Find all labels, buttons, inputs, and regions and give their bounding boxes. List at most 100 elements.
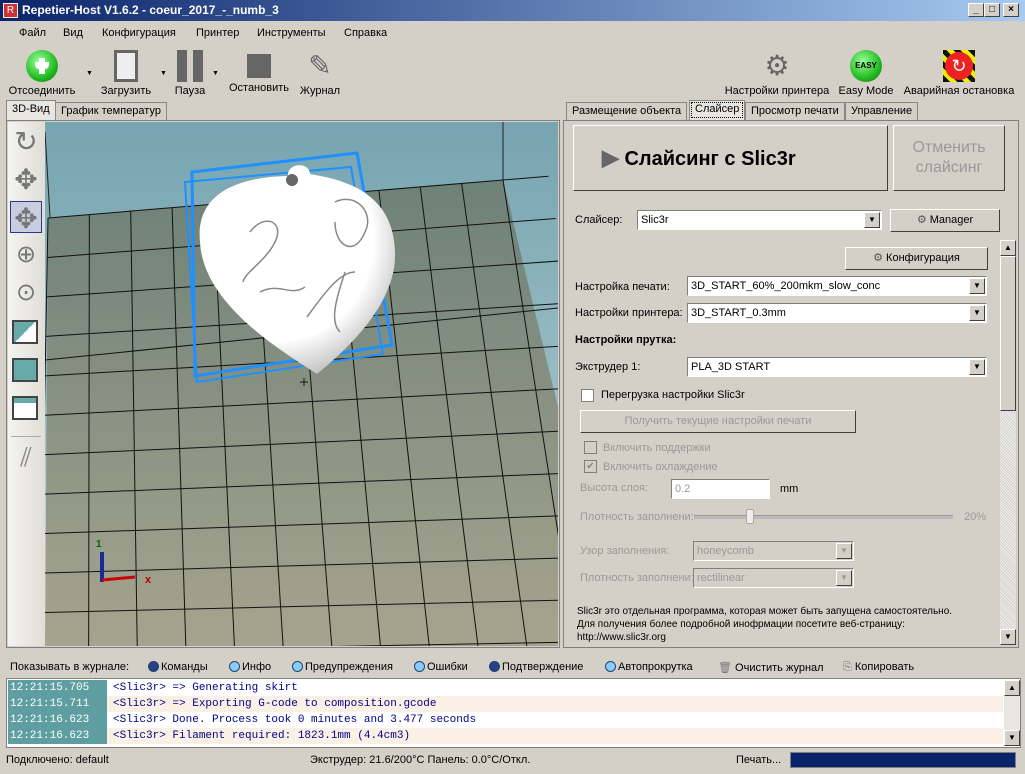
- infill-pattern-select[interactable]: honeycomb ▼: [693, 541, 854, 561]
- view-top-icon[interactable]: [12, 396, 38, 420]
- zoom-fit-icon[interactable]: ⊙: [10, 278, 42, 310]
- printer-settings-select[interactable]: 3D_START_0.3mm ▼: [687, 303, 987, 323]
- view-iso-icon[interactable]: [12, 320, 38, 344]
- move-object-icon[interactable]: ✥: [10, 201, 42, 234]
- scroll-thumb[interactable]: [1000, 256, 1016, 411]
- window-title: Repetier-Host V1.6.2 - coeur_2017_-_numb…: [22, 3, 279, 17]
- log-row: 12:21:16.623 <Slic3r> Done. Process took …: [8, 712, 1003, 728]
- log-scrollbar[interactable]: ▲ ▼: [1004, 680, 1020, 746]
- filter-errors[interactable]: Ошибки: [414, 661, 468, 673]
- slicer-scrollbar[interactable]: ▲ ▼: [1000, 240, 1016, 645]
- chevron-down-icon: ▼: [864, 212, 880, 228]
- tab-object-placement[interactable]: Размещение объекта: [566, 102, 688, 120]
- filter-autoscroll[interactable]: Автопрокрутка: [605, 661, 693, 673]
- layer-height-unit: mm: [780, 483, 799, 495]
- close-button[interactable]: ×: [1003, 3, 1019, 17]
- chevron-down-icon: ▼: [969, 359, 985, 375]
- filament-settings-heading: Настройки прутка:: [575, 334, 677, 346]
- radio-icon: [292, 661, 303, 672]
- print-progress-bar: [790, 752, 1016, 768]
- scroll-down-button[interactable]: ▼: [1000, 629, 1016, 645]
- slice-button[interactable]: ▶ Слайсинг с Slic3r: [573, 125, 888, 191]
- get-print-settings-button[interactable]: Получить текущие настройки печати: [580, 410, 856, 433]
- log-button[interactable]: ✎ Журнал: [298, 50, 342, 97]
- menu-config[interactable]: Конфигурация: [102, 27, 176, 39]
- stop-button[interactable]: Остановить: [226, 50, 292, 94]
- chevron-down-icon: ▼: [836, 543, 852, 559]
- infill-density-slider-thumb[interactable]: [745, 509, 754, 524]
- extruder-label: Экструдер 1:: [575, 361, 641, 373]
- infill-pattern-label: Узор заполнения:: [580, 545, 670, 557]
- pause-button[interactable]: Пауза: [170, 50, 210, 97]
- gears-icon: ⚙: [764, 50, 790, 81]
- scroll-up-button[interactable]: ▲: [1000, 240, 1016, 256]
- infill-density2-select[interactable]: rectilinear ▼: [693, 568, 854, 588]
- menu-view[interactable]: Вид: [63, 27, 83, 39]
- cooling-checkbox[interactable]: ✔: [584, 460, 597, 473]
- print-settings-select[interactable]: 3D_START_60%_200mkm_slow_conc ▼: [687, 276, 987, 296]
- filter-ack[interactable]: Подтверждение: [489, 661, 583, 673]
- override-checkbox[interactable]: [581, 389, 594, 402]
- chevron-down-icon: ▼: [969, 278, 985, 294]
- cooling-label: Включить охлаждение: [603, 461, 718, 473]
- easy-mode-icon: EASY: [850, 50, 882, 82]
- view-front-icon[interactable]: [12, 358, 38, 382]
- menu-help[interactable]: Справка: [344, 27, 387, 39]
- plug-icon: [26, 50, 58, 82]
- gear-icon: ⚙: [873, 252, 883, 264]
- minimize-button[interactable]: _: [968, 3, 984, 17]
- radio-icon: [489, 661, 500, 672]
- copy-button[interactable]: ⎘ Копировать: [843, 661, 914, 674]
- scroll-down-button[interactable]: ▼: [1004, 730, 1020, 746]
- easy-mode-button[interactable]: EASY Easy Mode: [836, 50, 896, 97]
- x-axis-label: x: [145, 574, 152, 586]
- tab-slicer[interactable]: Слайсер: [689, 100, 746, 120]
- configuration-button[interactable]: ⚙ Конфигурация: [845, 247, 988, 270]
- filter-warnings[interactable]: Предупреждения: [292, 661, 393, 673]
- print-settings-label: Настройка печати:: [575, 281, 670, 293]
- layer-height-input[interactable]: 0.2: [671, 479, 770, 499]
- move-icon[interactable]: ✥: [10, 163, 42, 195]
- slic3r-link[interactable]: http://www.slic3r.org: [577, 632, 666, 643]
- radio-icon: [229, 661, 240, 672]
- parallel-view-icon[interactable]: ⫽: [10, 442, 42, 474]
- tab-temperature-graph[interactable]: График температур: [55, 102, 167, 120]
- radio-icon: [414, 661, 425, 672]
- zoom-in-icon[interactable]: ⊕: [10, 240, 42, 272]
- 3d-viewport[interactable]: x 1: [45, 122, 558, 646]
- menu-file[interactable]: Файл: [19, 27, 46, 39]
- maximize-button[interactable]: □: [984, 3, 1000, 17]
- load-dropdown-icon[interactable]: ▼: [160, 70, 167, 77]
- menu-printer[interactable]: Принтер: [196, 27, 239, 39]
- tab-3d-view[interactable]: 3D-Вид: [6, 100, 56, 120]
- play-icon: ▶: [602, 145, 619, 170]
- filter-commands[interactable]: Команды: [148, 661, 208, 673]
- chevron-down-icon: ▼: [969, 305, 985, 321]
- manager-button[interactable]: ⚙ Manager: [890, 209, 1000, 232]
- filter-info[interactable]: Инфо: [229, 661, 271, 673]
- scroll-up-button[interactable]: ▲: [1004, 680, 1020, 696]
- radio-icon: [148, 661, 159, 672]
- cancel-slicing-button[interactable]: Отменить слайсинг: [893, 125, 1005, 191]
- menu-tools[interactable]: Инструменты: [257, 27, 326, 39]
- rotate-icon[interactable]: ↻: [10, 125, 42, 157]
- stop-icon: [247, 54, 271, 78]
- log-row: 12:21:16.623 <Slic3r> Filament required: …: [8, 728, 1003, 744]
- pause-dropdown-icon[interactable]: ▼: [212, 70, 219, 77]
- disconnect-dropdown-icon[interactable]: ▼: [86, 70, 93, 77]
- tab-control[interactable]: Управление: [845, 102, 919, 120]
- pencil-icon: ✎: [308, 50, 332, 81]
- chevron-down-icon: ▼: [836, 570, 852, 586]
- infill-density-slider[interactable]: [694, 515, 953, 519]
- pause-icon: [177, 50, 203, 82]
- load-button[interactable]: Загрузить: [96, 50, 156, 97]
- extruder-select[interactable]: PLA_3D START ▼: [687, 357, 987, 377]
- layer-height-label: Высота слоя:: [580, 482, 649, 494]
- disconnect-button[interactable]: Отсоединить: [6, 50, 78, 97]
- emergency-stop-button[interactable]: ↻ Аварийная остановка: [900, 50, 1018, 97]
- printer-settings-button[interactable]: ⚙ Настройки принтера: [722, 50, 832, 97]
- tab-print-preview[interactable]: Просмотр печати: [745, 102, 845, 120]
- slicer-select[interactable]: Slic3r ▼: [637, 210, 882, 230]
- support-checkbox[interactable]: [584, 441, 597, 454]
- clear-log-button[interactable]: 🗑 Очистить журнал: [718, 661, 824, 674]
